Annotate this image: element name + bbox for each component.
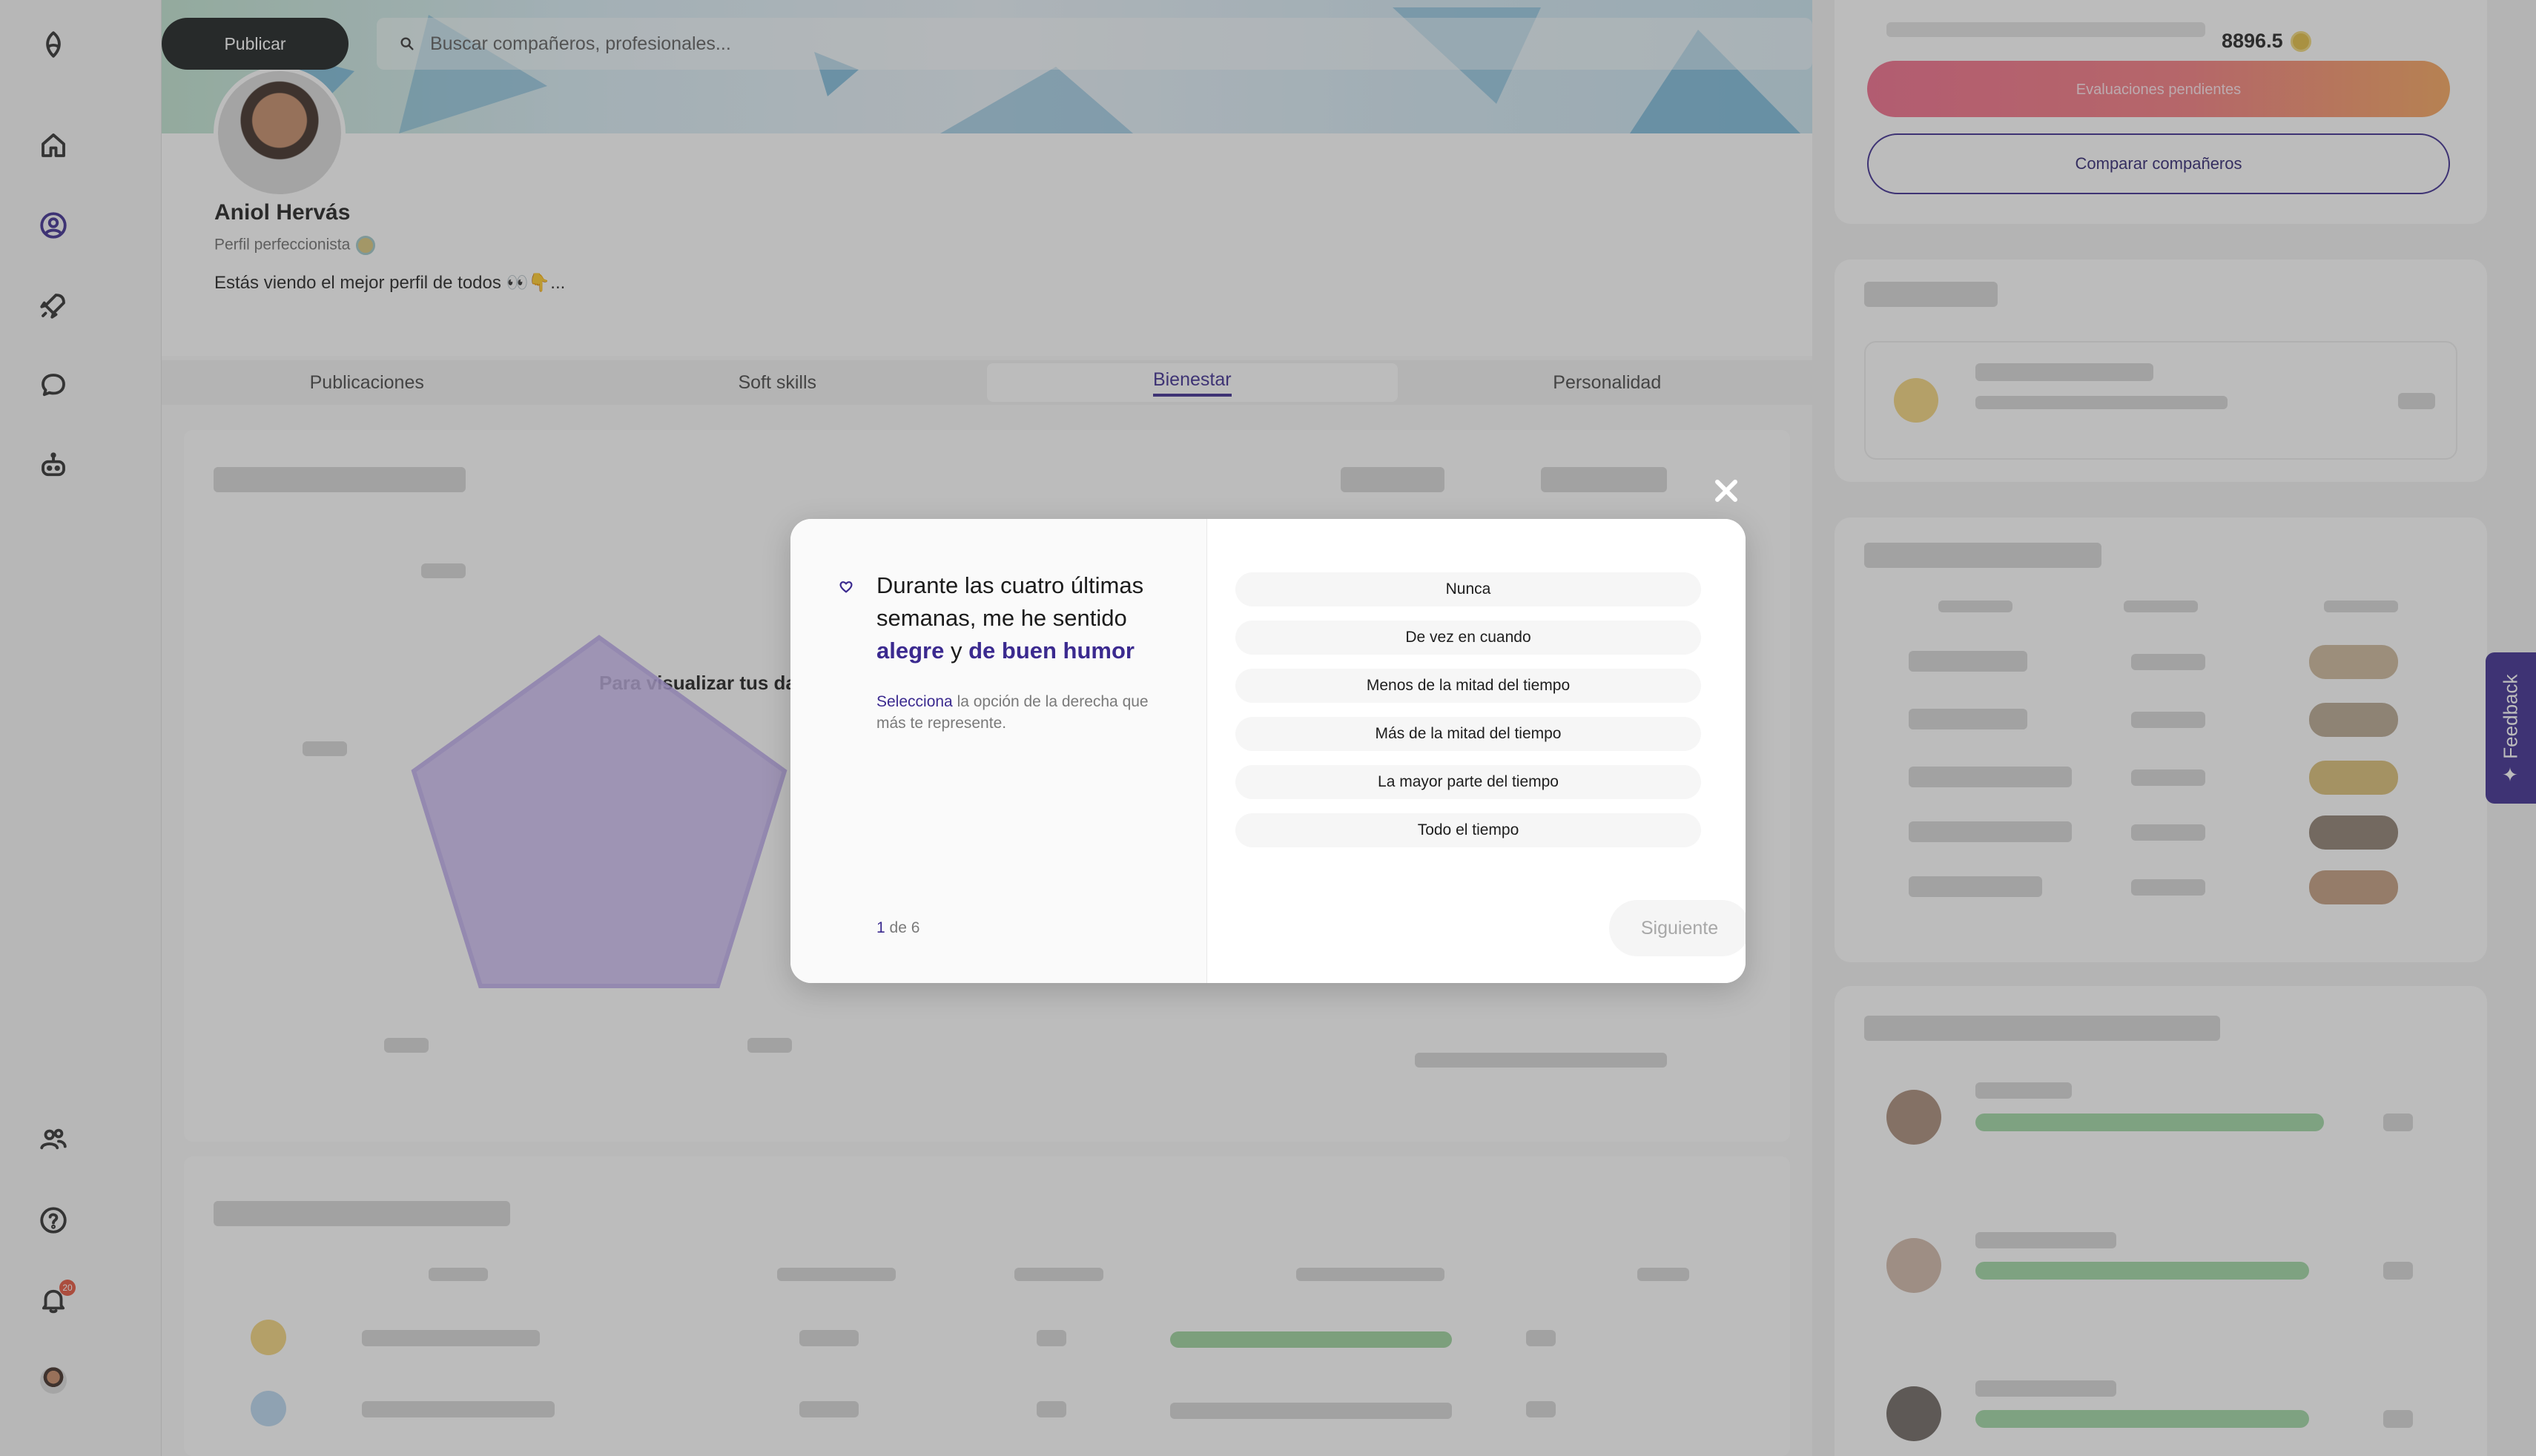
question-prefix: Durante las cuatro últimas semanas, me h… <box>876 572 1144 631</box>
close-icon[interactable] <box>1710 474 1743 507</box>
survey-hint: Selecciona la opción de la derecha que m… <box>876 691 1173 734</box>
heart-icon <box>839 581 853 593</box>
option-menos-de-la-mitad[interactable]: Menos de la mitad del tiempo <box>1235 669 1701 703</box>
option-todo-el-tiempo[interactable]: Todo el tiempo <box>1235 813 1701 847</box>
modal-answers-panel: Nunca De vez en cuando Menos de la mitad… <box>1207 519 1746 983</box>
option-nunca[interactable]: Nunca <box>1235 572 1701 606</box>
question-join: y <box>950 638 962 664</box>
option-la-mayor-parte[interactable]: La mayor parte del tiempo <box>1235 765 1701 799</box>
option-mas-de-la-mitad[interactable]: Más de la mitad del tiempo <box>1235 717 1701 751</box>
step-total: de 6 <box>889 919 920 936</box>
option-de-vez-en-cuando[interactable]: De vez en cuando <box>1235 621 1701 655</box>
question-emphasis-1: alegre <box>876 638 945 664</box>
question-emphasis-2: de buen humor <box>968 638 1135 664</box>
wellbeing-survey-modal: Durante las cuatro últimas semanas, me h… <box>790 519 1746 983</box>
survey-question: Durante las cuatro últimas semanas, me h… <box>876 569 1188 667</box>
modal-question-panel: Durante las cuatro últimas semanas, me h… <box>790 519 1207 983</box>
hint-lead: Selecciona <box>876 693 953 710</box>
answer-options: Nunca De vez en cuando Menos de la mitad… <box>1235 572 1701 861</box>
next-button[interactable]: Siguiente <box>1609 900 1746 956</box>
step-indicator: 1 de 6 <box>876 919 919 937</box>
step-current: 1 <box>876 919 885 936</box>
